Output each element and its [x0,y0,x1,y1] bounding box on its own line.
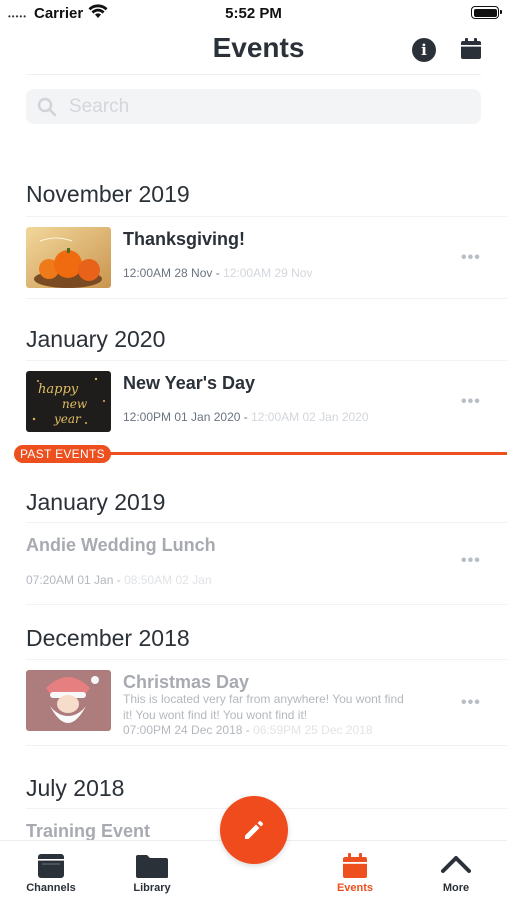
svg-text:year: year [53,412,82,426]
month-header: January 2019 [26,489,166,515]
month-header: January 2020 [26,326,166,352]
event-end: 06:59PM 25 Dec 2018 [253,723,373,737]
event-title[interactable]: Training Event [26,821,150,842]
divider [26,360,507,361]
date-separator: - [116,573,121,587]
event-dates: 07:20AM 01 Jan - 08:50AM 02 Jan [26,573,212,587]
more-options-icon[interactable]: ••• [461,393,481,411]
divider [26,659,507,660]
divider [26,298,507,299]
month-header: July 2018 [26,775,125,801]
event-end: 08:50AM 02 Jan [124,573,212,587]
event-title[interactable]: Christmas Day [123,672,249,693]
pencil-icon [245,820,264,839]
event-title[interactable]: Andie Wedding Lunch [26,535,216,556]
event-dates: 07:00PM 24 Dec 2018 - 06:59PM 25 Dec 201… [123,723,373,737]
tab-events[interactable]: Events [320,841,390,900]
tab-label: Channels [26,882,76,894]
search-icon [37,97,57,122]
search-input[interactable]: Search [26,89,481,124]
new-event-button[interactable] [220,796,288,864]
event-start: 12:00AM 28 Nov [123,266,213,280]
date-separator: - [243,410,248,424]
tab-label: Library [133,882,171,894]
event-start: 07:00PM 24 Dec 2018 [123,723,243,737]
folder-icon [135,853,169,884]
date-separator: - [215,266,220,280]
tab-more[interactable]: More [421,841,491,900]
month-header: November 2019 [26,181,190,207]
divider [26,604,507,605]
search-placeholder: Search [69,96,130,117]
event-dates: 12:00AM 28 Nov - 12:00AM 29 Nov [123,266,312,280]
divider [26,522,507,523]
event-title[interactable]: Thanksgiving! [123,229,245,250]
date-separator: - [245,723,250,737]
calendar-icon[interactable] [460,38,482,65]
calendar-icon [342,853,368,884]
header-divider [26,74,481,75]
more-options-icon[interactable]: ••• [461,552,481,570]
event-dates: 12:00PM 01 Jan 2020 - 12:00AM 02 Jan 202… [123,410,369,424]
event-thumbnail-christmas[interactable] [26,670,111,731]
event-description-line: it! You wont find it! You wont find it! [123,708,308,722]
svg-text:new: new [62,397,88,411]
past-events-badge: PAST EVENTS [14,445,111,463]
event-thumbnail-thanksgiving[interactable] [26,227,111,288]
chevron-up-icon [440,853,472,880]
event-end: 12:00AM 29 Nov [223,266,313,280]
battery-icon [471,6,502,19]
divider [26,745,507,746]
event-start: 12:00PM 01 Jan 2020 [123,410,241,424]
tab-label: More [442,882,470,894]
info-icon[interactable]: i [412,38,436,62]
tab-channels[interactable]: Channels [16,841,86,900]
divider [26,216,507,217]
more-options-icon[interactable]: ••• [461,249,481,267]
event-end: 12:00AM 02 Jan 2020 [251,410,369,424]
event-start: 07:20AM 01 Jan [26,573,114,587]
event-thumbnail-new-years[interactable]: happy new year [26,371,111,432]
event-description-line: This is located very far from anywhere! … [123,692,404,706]
status-bar: ••••• Carrier 5:52 PM [0,0,507,28]
channels-icon [37,853,65,884]
nav-header: Events i [0,28,507,74]
tab-label: Events [336,882,374,894]
clock: 5:52 PM [225,5,282,22]
svg-text:happy: happy [38,382,79,397]
event-title[interactable]: New Year's Day [123,373,255,394]
past-events-divider: PAST EVENTS [14,445,507,463]
more-options-icon[interactable]: ••• [461,694,481,712]
tab-library[interactable]: Library [117,841,187,900]
past-events-line [94,452,507,455]
month-header: December 2018 [26,625,190,651]
